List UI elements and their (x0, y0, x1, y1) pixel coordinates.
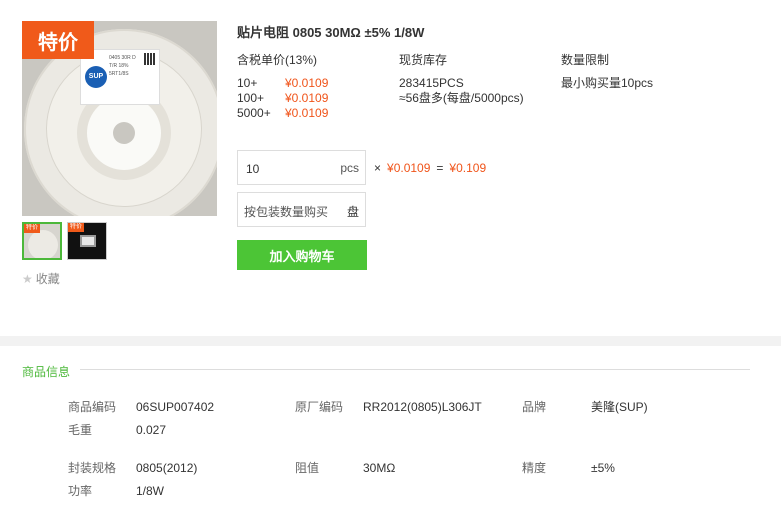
tier-price: ¥0.0109 (285, 76, 329, 90)
stock-info: 283415PCS ≈56盘多(每盘/5000pcs) (399, 76, 524, 106)
spec-label: 品牌 (522, 400, 547, 414)
favorite-label: 收藏 (35, 272, 60, 286)
spec-value: 06SUP007402 (136, 400, 215, 414)
add-to-cart-button[interactable]: 加入购物车 (237, 240, 367, 270)
stock-header: 现货库存 (399, 53, 448, 67)
spec-label: 毛重 (68, 423, 93, 437)
spec-value: 1/8W (136, 484, 165, 498)
spec-label: 封装规格 (68, 461, 117, 475)
thumbnail-1[interactable]: 特价 (22, 222, 62, 260)
spec-label: 功率 (68, 484, 93, 498)
price-formula: × ¥0.0109 = ¥0.109 (374, 161, 486, 175)
quantity-input[interactable]: 10 pcs (237, 150, 366, 185)
reel-hole (113, 122, 135, 144)
tier-qty: 10+ (237, 76, 258, 90)
qr-code-icon (144, 53, 156, 65)
tier-price: ¥0.0109 (285, 91, 329, 105)
quantity-value: 10 (246, 162, 260, 176)
spec-value: RR2012(0805)L306JT (363, 400, 482, 414)
pack-quantity-input[interactable]: 按包装数量购买 盘 (237, 192, 366, 227)
tier-qty: 100+ (237, 91, 265, 105)
product-info-panel (0, 346, 781, 518)
pack-placeholder: 按包装数量购买 (244, 205, 329, 219)
spec-value: 美隆(SUP) (591, 400, 648, 414)
product-title: 贴片电阻 0805 30MΩ ±5% 1/8W (237, 25, 425, 40)
unit-price: ¥0.0109 (387, 161, 431, 175)
thumb-badge: 特价 (68, 223, 84, 232)
total-price: ¥0.109 (449, 161, 487, 175)
spec-value: 0.027 (136, 423, 167, 437)
price-header: 含税单价(13%) (237, 53, 318, 67)
equals-sign: = (436, 161, 444, 175)
product-main-image[interactable]: SUP 0405 30R D T/R 18% 5RT1/8S 特价 (22, 21, 217, 216)
tier-price: ¥0.0109 (285, 106, 329, 120)
tier-qty: 5000+ (237, 106, 271, 120)
special-price-badge: 特价 (22, 21, 94, 59)
favorite-button[interactable]: ★ 收藏 (22, 270, 60, 287)
thumb-badge: 特价 (24, 224, 40, 233)
pack-unit: 盘 (346, 205, 359, 219)
chip-thumbnail (80, 235, 96, 247)
quantity-unit: pcs (340, 161, 359, 175)
spec-value: 30MΩ (363, 461, 396, 475)
spec-label: 阻值 (295, 461, 320, 475)
stock-reels: ≈56盘多(每盘/5000pcs) (399, 91, 524, 105)
star-icon: ★ (22, 271, 33, 286)
price-tiers: 10+ ¥0.0109 100+ ¥0.0109 5000+ ¥0.0109 (237, 76, 328, 121)
reel-label-line: 5RT1/8S (109, 71, 129, 77)
reel-thumbnail (28, 230, 58, 258)
spec-label: 商品编码 (68, 400, 117, 414)
sup-logo: SUP (85, 66, 107, 88)
limit-header: 数量限制 (561, 53, 610, 67)
section-divider (80, 369, 750, 370)
spec-label: 原厂编码 (295, 400, 344, 414)
price-tier: 10+ ¥0.0109 (237, 76, 328, 91)
spec-value: 0805(2012) (136, 461, 198, 475)
price-tier: 5000+ ¥0.0109 (237, 106, 328, 121)
stock-count: 283415PCS (399, 76, 464, 90)
spec-label: 精度 (522, 461, 547, 475)
price-tier: 100+ ¥0.0109 (237, 91, 328, 106)
times-sign: × (374, 161, 382, 175)
info-section-title: 商品信息 (22, 365, 71, 379)
limit-info: 最小购买量10pcs (561, 76, 654, 90)
thumbnail-2[interactable]: 特价 (67, 222, 107, 260)
spec-value: ±5% (591, 461, 615, 475)
